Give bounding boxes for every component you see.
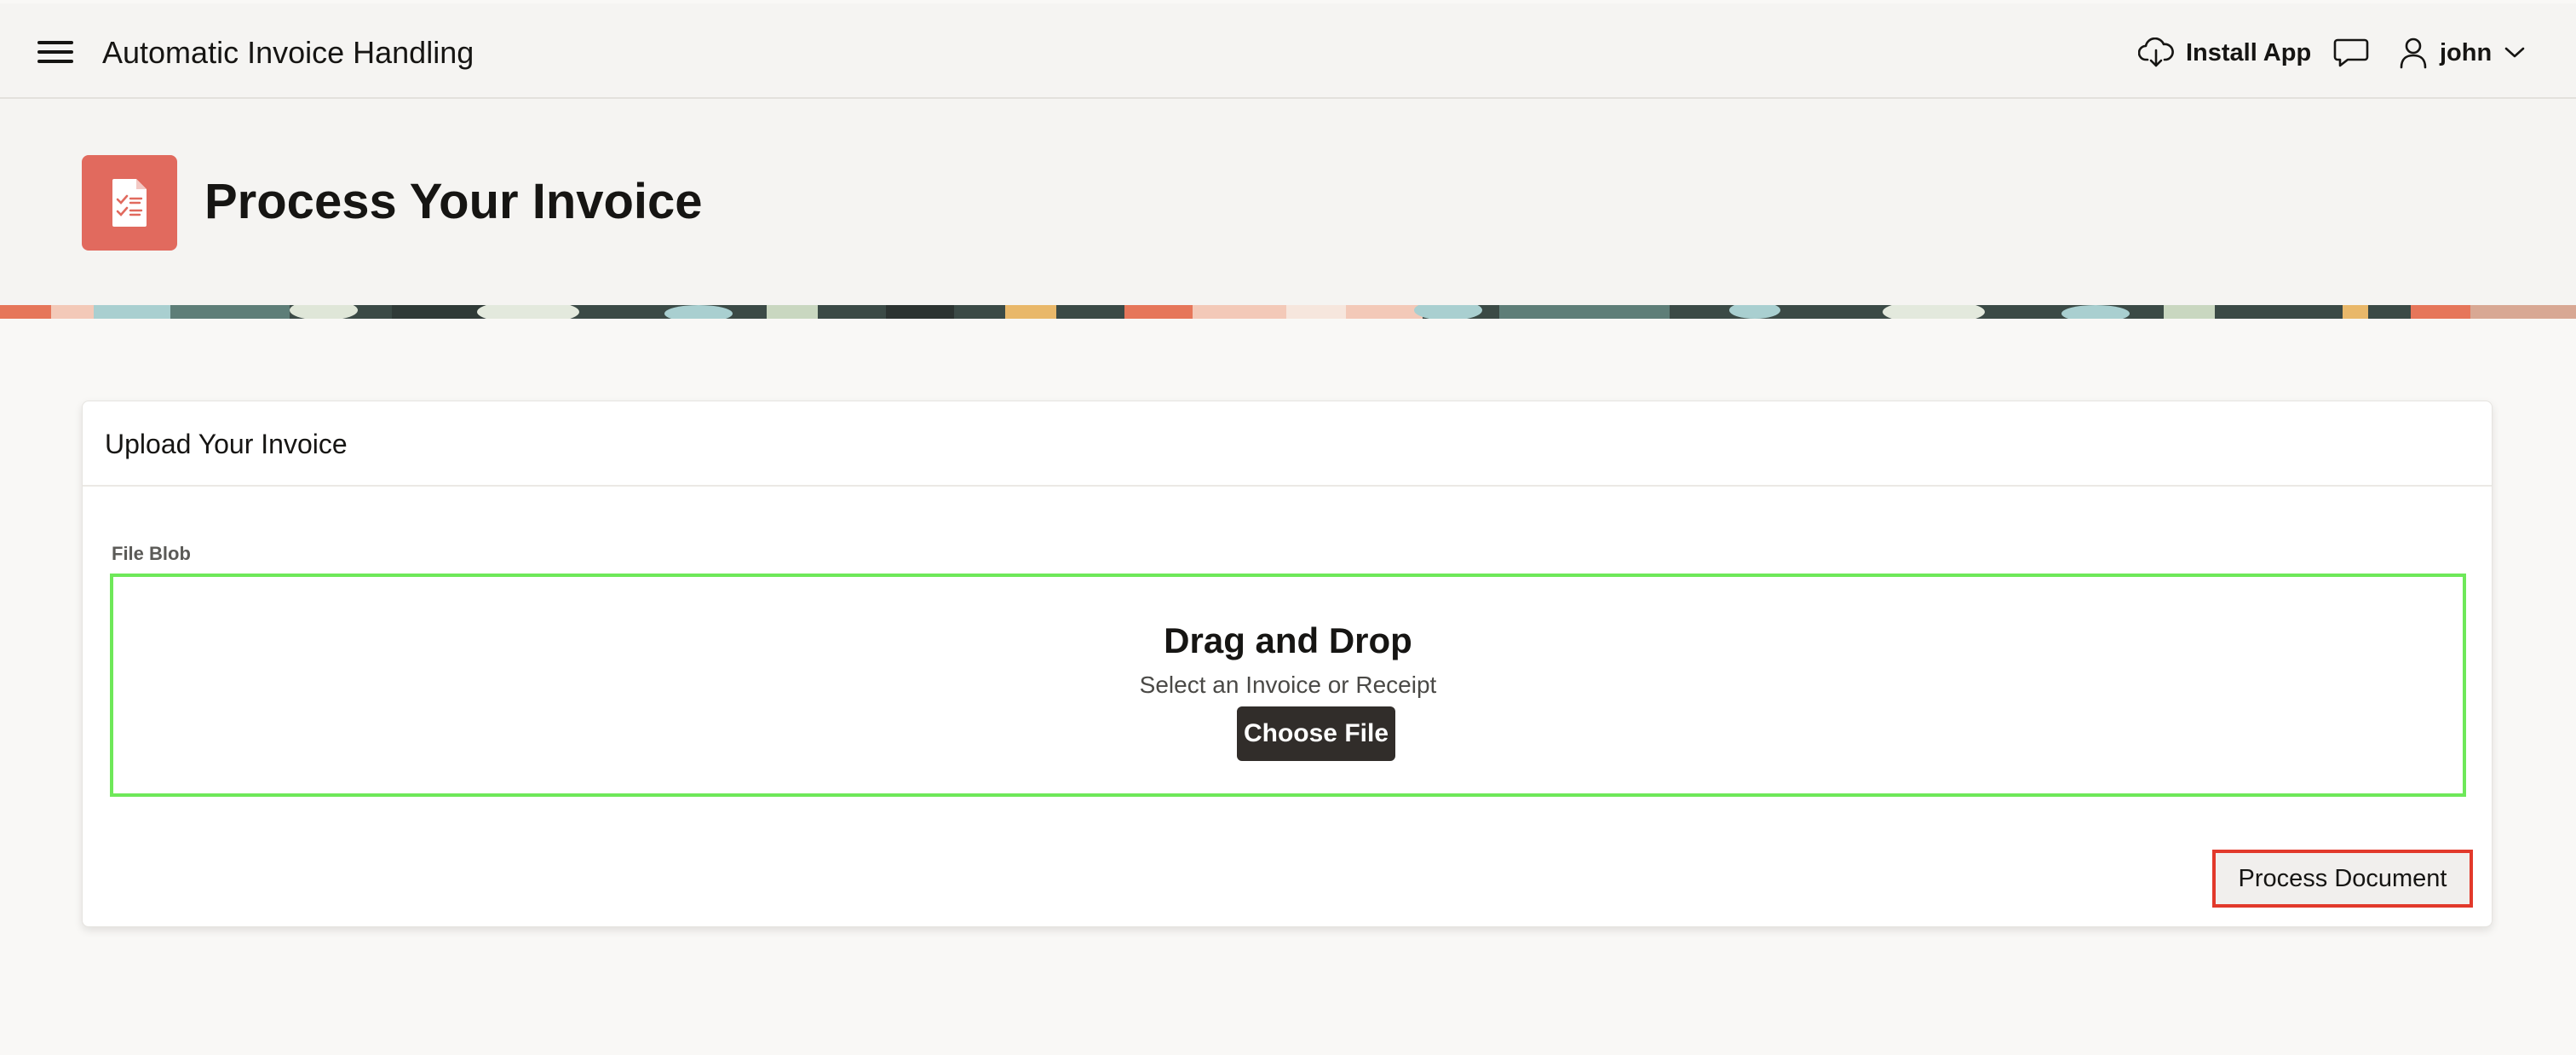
- region-header: Upload Your Invoice: [83, 401, 2492, 487]
- hamburger-menu-icon[interactable]: [37, 39, 77, 65]
- user-menu[interactable]: john: [2399, 34, 2526, 72]
- top-navigation-bar: Automatic Invoice Handling Install App j…: [0, 3, 2576, 99]
- dropzone-subtext: Select an Invoice or Receipt: [1139, 672, 1437, 698]
- install-app-button[interactable]: Install App: [2138, 34, 2311, 72]
- region-title: Upload Your Invoice: [105, 429, 348, 459]
- file-blob-label: File Blob: [112, 543, 191, 564]
- chat-bubble-icon[interactable]: [2332, 36, 2372, 70]
- upload-invoice-region: Upload Your Invoice File Blob Drag and D…: [82, 401, 2493, 927]
- invoice-checklist-icon: [82, 155, 177, 251]
- dropzone-heading: Drag and Drop: [1164, 620, 1412, 660]
- user-icon: [2400, 37, 2427, 69]
- decorative-pattern-band: [0, 305, 2576, 319]
- cloud-download-icon: [2138, 37, 2174, 67]
- process-document-button[interactable]: Process Document: [2212, 850, 2473, 908]
- install-app-label: Install App: [2186, 38, 2312, 66]
- page-title: Process Your Invoice: [204, 174, 703, 229]
- choose-file-button[interactable]: Choose File: [1237, 706, 1395, 761]
- file-dropzone[interactable]: Drag and Drop Select an Invoice or Recei…: [110, 574, 2466, 797]
- user-name: john: [2440, 38, 2493, 66]
- app-title[interactable]: Automatic Invoice Handling: [102, 34, 474, 72]
- page-hero: Process Your Invoice: [0, 99, 2576, 305]
- chevron-down-icon: [2504, 47, 2525, 58]
